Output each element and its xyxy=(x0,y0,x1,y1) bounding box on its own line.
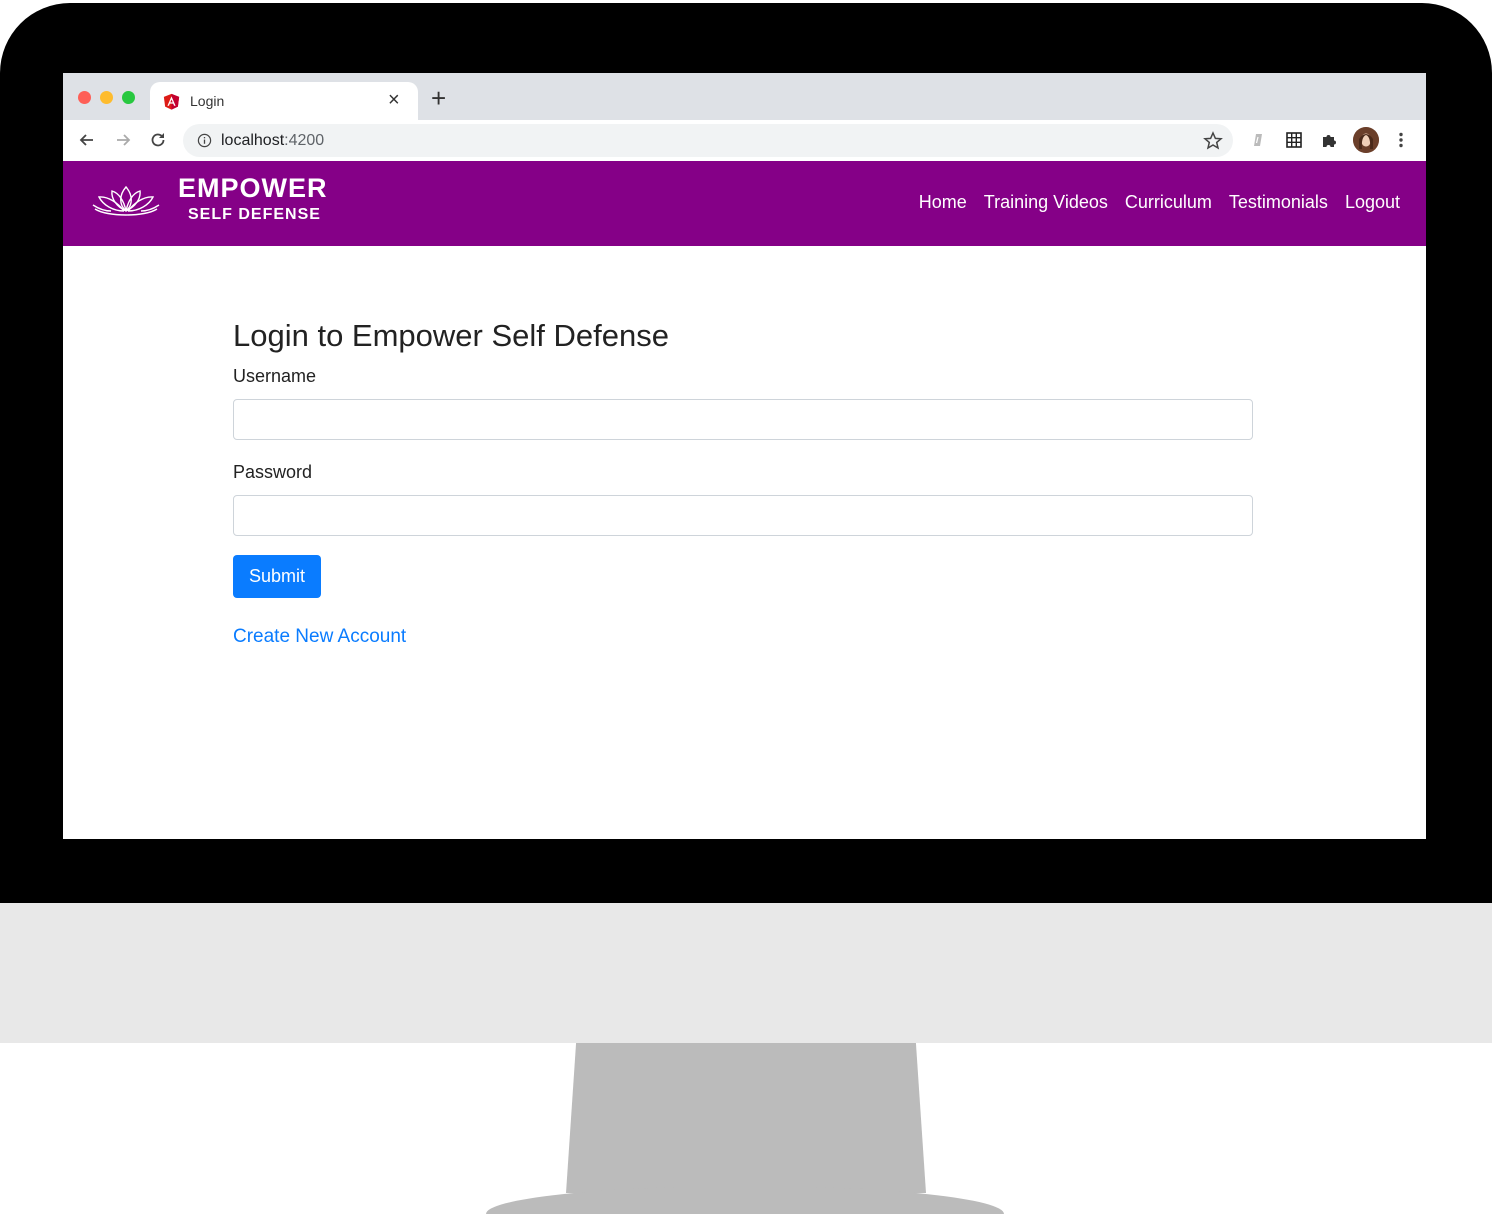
puzzle-icon[interactable] xyxy=(1319,130,1339,150)
url-text: localhost:4200 xyxy=(221,132,325,149)
browser-tab[interactable]: Login × xyxy=(150,82,418,120)
tab-title: Login xyxy=(190,93,225,109)
nav-logout[interactable]: Logout xyxy=(1345,192,1400,213)
maximize-window-button[interactable] xyxy=(122,91,135,104)
profile-avatar[interactable] xyxy=(1353,127,1379,153)
monitor-chin xyxy=(0,903,1492,1043)
browser-toolbar: localhost:4200 xyxy=(63,120,1426,162)
browser-tabbar: Login × + xyxy=(63,73,1426,120)
nav-links: Home Training Videos Curriculum Testimon… xyxy=(919,192,1400,213)
star-icon[interactable] xyxy=(1203,131,1223,151)
address-bar[interactable]: localhost:4200 xyxy=(183,124,1233,157)
menu-dots-icon[interactable] xyxy=(1391,130,1411,150)
forward-arrow-icon[interactable] xyxy=(113,130,133,150)
lotus-icon xyxy=(92,185,160,216)
brand-title[interactable]: EMPOWER xyxy=(178,173,328,204)
monitor-stand-neck xyxy=(566,1043,926,1193)
reload-icon[interactable] xyxy=(148,130,168,150)
angular-favicon-icon xyxy=(163,93,180,110)
minimize-window-button[interactable] xyxy=(100,91,113,104)
nav-home[interactable]: Home xyxy=(919,192,967,213)
password-input[interactable] xyxy=(233,495,1253,536)
username-label: Username xyxy=(233,366,317,386)
username-input[interactable] xyxy=(233,399,1253,440)
nav-testimonials[interactable]: Testimonials xyxy=(1229,192,1328,213)
monitor-stand-base xyxy=(486,1186,1004,1214)
extension-icon[interactable] xyxy=(1248,130,1268,150)
nav-curriculum[interactable]: Curriculum xyxy=(1125,192,1212,213)
site-navbar: EMPOWER SELF DEFENSE Home Training Video… xyxy=(63,161,1426,246)
back-arrow-icon[interactable] xyxy=(77,130,97,150)
nav-training-videos[interactable]: Training Videos xyxy=(984,192,1108,213)
new-tab-button[interactable]: + xyxy=(431,85,446,111)
brand-subtitle[interactable]: SELF DEFENSE xyxy=(188,206,321,224)
submit-button[interactable]: Submit xyxy=(233,555,321,598)
password-label: Password xyxy=(233,462,313,482)
grid-icon[interactable] xyxy=(1284,130,1304,150)
info-icon[interactable] xyxy=(197,133,212,148)
avatar-icon xyxy=(1353,127,1379,153)
page-title: Login to Empower Self Defense xyxy=(233,318,669,353)
screen: Login × + localhost:4200 EMPOWER SELF DE… xyxy=(63,73,1426,839)
tab-close-button[interactable]: × xyxy=(388,89,400,111)
close-window-button[interactable] xyxy=(78,91,91,104)
create-account-link[interactable]: Create New Account xyxy=(233,626,406,648)
